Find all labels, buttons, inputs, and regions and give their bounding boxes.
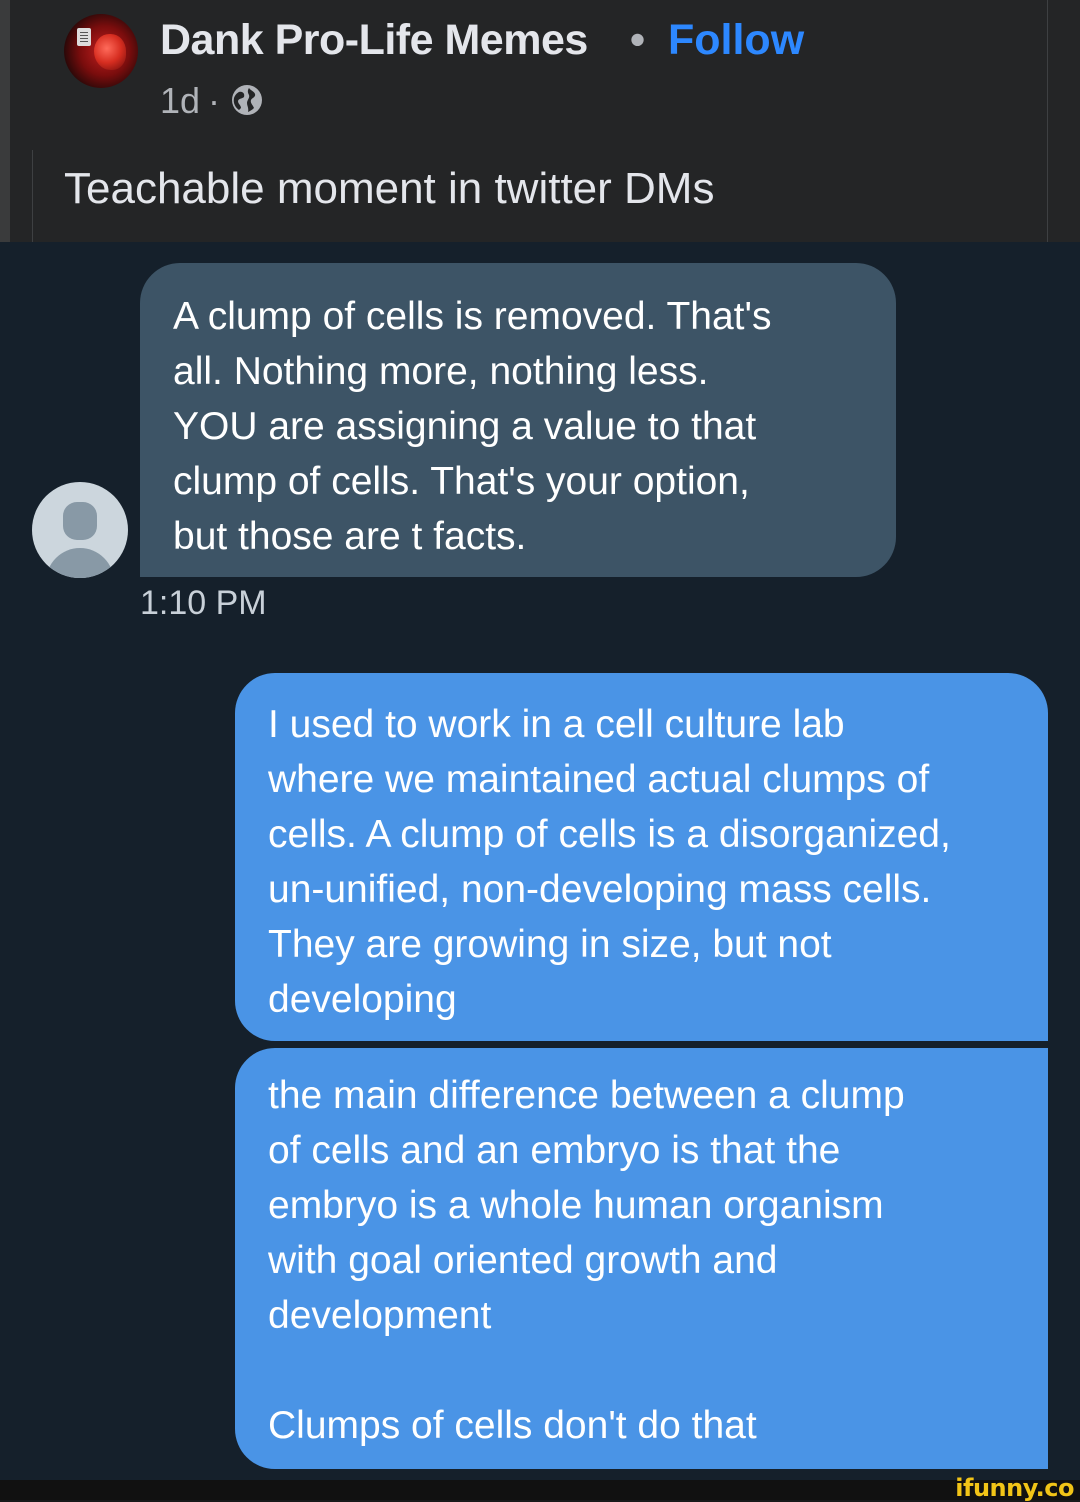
default-avatar-body [46, 548, 114, 578]
sent-message-bubble: the main difference between a clump of c… [235, 1048, 1048, 1469]
avatar[interactable] [32, 482, 128, 578]
post-timestamp[interactable]: 1d [160, 80, 200, 122]
sent-message-bubble: I used to work in a cell culture lab whe… [235, 673, 1048, 1041]
page-avatar[interactable] [64, 14, 138, 88]
separator: · [208, 80, 220, 121]
divider [1047, 0, 1048, 242]
bottom-strip [0, 1480, 1080, 1500]
page-name[interactable]: Dank Pro-Life Memes [160, 16, 588, 65]
post-header: Dank Pro-Life Memes • Follow 1d · Teacha… [0, 0, 1080, 300]
embryo-icon [94, 34, 126, 70]
globe-icon[interactable] [230, 83, 264, 117]
post-caption: Teachable moment in twitter DMs [64, 164, 715, 213]
divider [32, 150, 33, 242]
follow-button[interactable]: Follow [668, 16, 804, 65]
watermark: ifunny.co [955, 1474, 1074, 1502]
message-timestamp: 1:10 PM [140, 584, 267, 622]
separator: • [630, 16, 646, 64]
default-avatar-icon [63, 502, 97, 540]
received-message-bubble: A clump of cells is removed. That's all.… [140, 263, 896, 577]
logo-icon [77, 28, 91, 46]
